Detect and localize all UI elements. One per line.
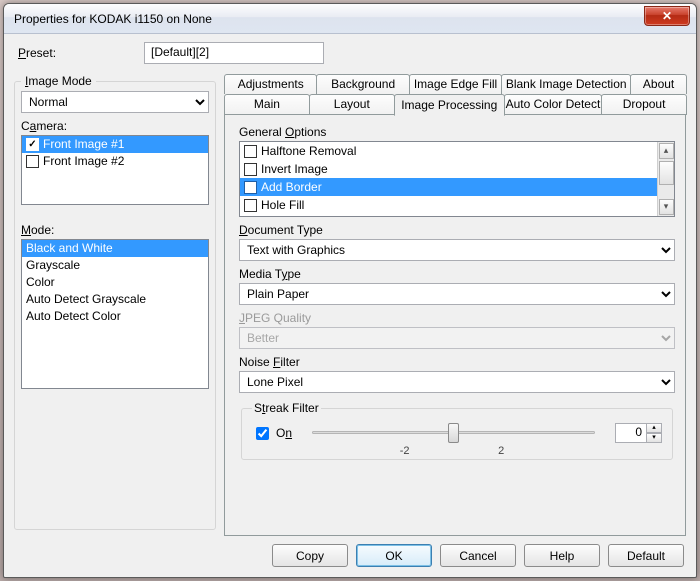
left-pane: Image Mode Normal Camera: Front Image #1… <box>14 74 216 536</box>
streak-slider[interactable] <box>302 421 605 445</box>
camera-label: Camera: <box>21 119 209 133</box>
scrollbar[interactable]: ▴ ▾ <box>657 142 674 216</box>
streak-on-input[interactable] <box>256 427 269 440</box>
jpeg-quality-label: JPEG Quality <box>239 311 675 325</box>
help-button[interactable]: Help <box>524 544 600 567</box>
streak-value[interactable]: 0 <box>615 423 647 443</box>
close-icon: ✕ <box>662 9 672 23</box>
camera-item-front2[interactable]: Front Image #2 <box>22 153 208 170</box>
tab-blank-image-detection[interactable]: Blank Image Detection <box>501 74 631 94</box>
checkbox-icon[interactable] <box>244 145 257 158</box>
tab-adjustments[interactable]: Adjustments <box>224 74 317 94</box>
image-mode-combo[interactable]: Normal <box>21 91 209 113</box>
window-title: Properties for KODAK i1150 on None <box>14 12 212 26</box>
mode-item[interactable]: Color <box>22 274 208 291</box>
tab-image-edge-fill[interactable]: Image Edge Fill <box>409 74 502 94</box>
camera-item-label: Front Image #1 <box>43 137 124 152</box>
mode-item[interactable]: Auto Detect Grayscale <box>22 291 208 308</box>
streak-on-label: On <box>276 426 292 440</box>
tab-main[interactable]: Main <box>224 94 310 115</box>
spin-up-icon[interactable]: ▴ <box>646 423 662 433</box>
tab-background[interactable]: Background <box>316 74 409 94</box>
general-options-label: General Options <box>239 125 675 139</box>
dialog-buttons: Copy OK Cancel Help Default <box>14 536 686 569</box>
mode-listbox[interactable]: Black and White Grayscale Color Auto Det… <box>21 239 209 389</box>
checkbox-icon[interactable] <box>26 138 39 151</box>
image-mode-group: Image Mode Normal Camera: Front Image #1… <box>14 74 216 530</box>
tab-about[interactable]: About <box>630 74 687 94</box>
client-area: Preset: [Default][2] Image Mode Normal C… <box>4 34 696 577</box>
tab-image-processing[interactable]: Image Processing <box>394 94 505 116</box>
spin-down-icon[interactable]: ▾ <box>646 433 662 443</box>
tab-strip: Adjustments Background Image Edge Fill B… <box>224 74 686 115</box>
scroll-up-icon[interactable]: ▴ <box>659 143 674 159</box>
scroll-down-icon[interactable]: ▾ <box>659 199 674 215</box>
tab-dropout[interactable]: Dropout <box>601 94 687 115</box>
mode-item[interactable]: Grayscale <box>22 257 208 274</box>
camera-item-label: Front Image #2 <box>43 154 124 169</box>
dialog-window: Properties for KODAK i1150 on None ✕ Pre… <box>3 3 697 578</box>
streak-value-spinner[interactable]: 0 ▴ ▾ <box>615 423 662 443</box>
streak-filter-group: Streak Filter On 0 <box>241 401 673 460</box>
gen-item-halftone[interactable]: Halftone Removal <box>240 142 657 160</box>
camera-listbox[interactable]: Front Image #1 Front Image #2 <box>21 135 209 205</box>
right-pane: Adjustments Background Image Edge Fill B… <box>224 74 686 536</box>
camera-item-front1[interactable]: Front Image #1 <box>22 136 208 153</box>
tab-layout[interactable]: Layout <box>309 94 395 115</box>
noise-filter-combo[interactable]: Lone Pixel <box>239 371 675 393</box>
scroll-thumb[interactable] <box>659 161 674 185</box>
noise-filter-label: Noise Filter <box>239 355 675 369</box>
mode-item[interactable]: Black and White <box>22 240 208 257</box>
tab-auto-color-detect[interactable]: Auto Color Detect <box>504 94 602 115</box>
checkbox-icon[interactable] <box>244 163 257 176</box>
media-type-combo[interactable]: Plain Paper <box>239 283 675 305</box>
default-button[interactable]: Default <box>608 544 684 567</box>
general-options-listbox[interactable]: Halftone Removal Invert Image Add Border <box>239 141 675 217</box>
cancel-button[interactable]: Cancel <box>440 544 516 567</box>
copy-button[interactable]: Copy <box>272 544 348 567</box>
slider-ticks: . -2 2 . <box>252 445 662 457</box>
streak-on-checkbox[interactable]: On <box>252 424 292 443</box>
jpeg-quality-combo: Better <box>239 327 675 349</box>
streak-filter-legend: Streak Filter <box>252 401 321 415</box>
titlebar[interactable]: Properties for KODAK i1150 on None ✕ <box>4 4 696 34</box>
checkbox-icon[interactable] <box>244 199 257 212</box>
preset-label: Preset: <box>18 46 138 60</box>
mode-item[interactable]: Auto Detect Color <box>22 308 208 325</box>
image-mode-legend: Image Mode <box>21 74 96 88</box>
checkbox-icon[interactable] <box>26 155 39 168</box>
ok-button[interactable]: OK <box>356 544 432 567</box>
close-button[interactable]: ✕ <box>644 6 690 26</box>
slider-thumb[interactable] <box>448 423 459 443</box>
doc-type-label: Document Type <box>239 223 675 237</box>
tab-panel-image-processing: General Options Halftone Removal Invert … <box>224 114 686 536</box>
gen-item-invert[interactable]: Invert Image <box>240 160 657 178</box>
doc-type-combo[interactable]: Text with Graphics <box>239 239 675 261</box>
media-type-label: Media Type <box>239 267 675 281</box>
gen-item-hole-fill[interactable]: Hole Fill <box>240 196 657 214</box>
preset-row: Preset: [Default][2] <box>14 40 686 74</box>
preset-field[interactable]: [Default][2] <box>144 42 324 64</box>
mode-label: Mode: <box>21 223 209 237</box>
gen-item-add-border[interactable]: Add Border <box>240 178 657 196</box>
checkbox-icon[interactable] <box>244 181 257 194</box>
